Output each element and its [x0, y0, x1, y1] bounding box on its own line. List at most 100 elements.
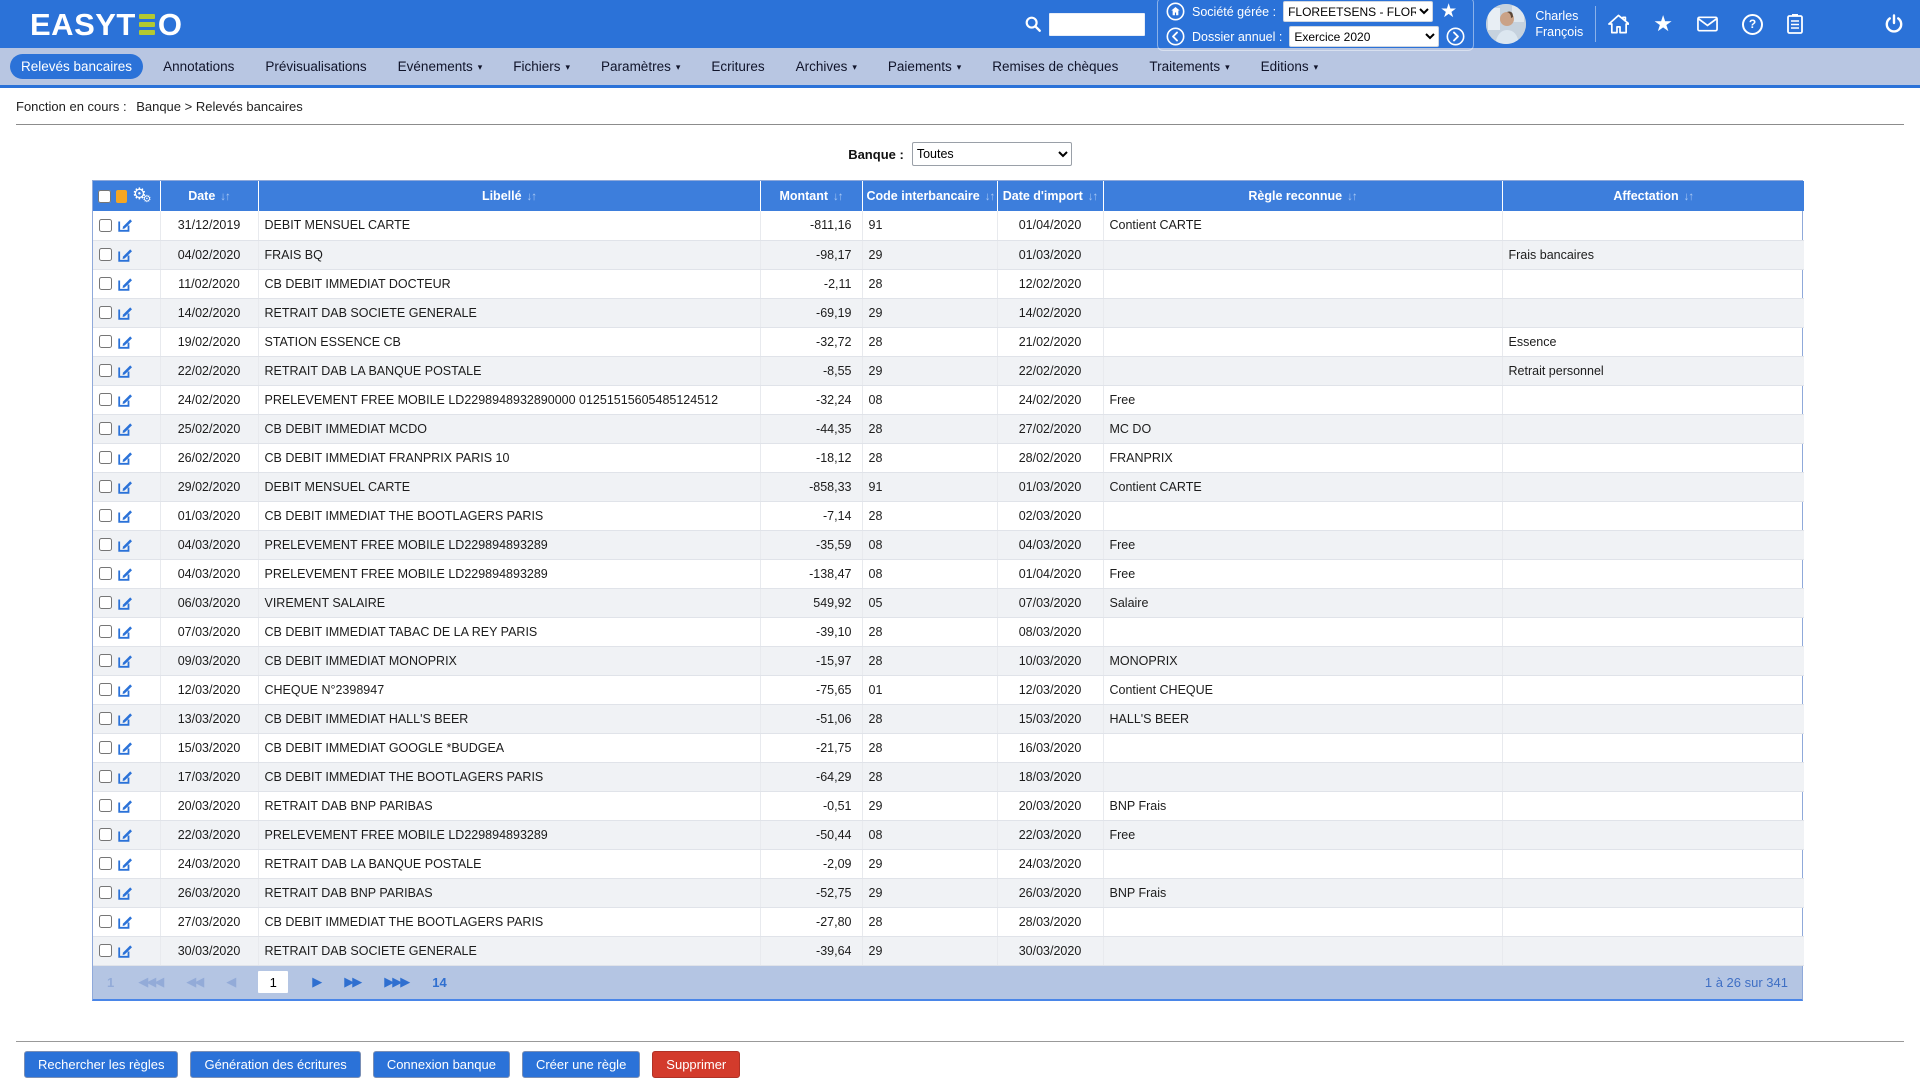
edit-icon[interactable]	[117, 363, 133, 379]
row-checkbox[interactable]	[99, 915, 112, 928]
select-all-checkbox[interactable]	[98, 190, 111, 203]
column-header-date-import[interactable]: Date d'import↓↑	[997, 181, 1103, 211]
societe-geree-select[interactable]: FLOREETSENS - FLOR	[1283, 1, 1433, 22]
row-checkbox[interactable]	[99, 306, 112, 319]
edit-icon[interactable]	[117, 769, 133, 785]
row-checkbox[interactable]	[99, 451, 112, 464]
row-checkbox[interactable]	[99, 480, 112, 493]
row-checkbox[interactable]	[99, 770, 112, 783]
nav-item-annotations[interactable]: Annotations	[152, 54, 245, 79]
row-checkbox[interactable]	[99, 248, 112, 261]
create-rule-button[interactable]: Créer une règle	[522, 1051, 640, 1078]
sort-icon[interactable]: ↓↑	[985, 191, 995, 203]
edit-icon[interactable]	[117, 392, 133, 408]
row-checkbox[interactable]	[99, 741, 112, 754]
search-icon[interactable]	[1024, 15, 1042, 33]
nav-item-archives[interactable]: Archives▾	[785, 54, 868, 79]
help-icon[interactable]: ?	[1742, 14, 1763, 35]
nav-item-remises-de-cheques[interactable]: Remises de chèques	[981, 54, 1129, 79]
row-checkbox[interactable]	[99, 683, 112, 696]
edit-icon[interactable]	[117, 247, 133, 263]
notes-icon[interactable]	[1787, 14, 1803, 34]
nav-item-ecritures[interactable]: Ecritures	[700, 54, 775, 79]
search-rules-button[interactable]: Rechercher les règles	[24, 1051, 178, 1078]
mail-icon[interactable]	[1697, 16, 1718, 32]
bank-filter-select[interactable]: Toutes	[912, 142, 1072, 166]
dossier-prev-icon[interactable]	[1166, 27, 1185, 46]
edit-icon[interactable]	[117, 217, 133, 233]
sort-icon[interactable]: ↓↑	[527, 191, 537, 203]
favorite-star-icon[interactable]: ★	[1440, 2, 1457, 21]
row-checkbox[interactable]	[99, 538, 112, 551]
edit-icon[interactable]	[117, 740, 133, 756]
pagination-last-page-number[interactable]: 14	[432, 975, 446, 990]
nav-item-fichiers[interactable]: Fichiers▾	[502, 54, 581, 79]
edit-icon[interactable]	[117, 305, 133, 321]
row-checkbox[interactable]	[99, 828, 112, 841]
column-header-montant[interactable]: Montant↓↑	[760, 181, 862, 211]
column-header-date[interactable]: Date↓↑	[160, 181, 258, 211]
row-checkbox[interactable]	[99, 625, 112, 638]
row-checkbox[interactable]	[99, 335, 112, 348]
nav-item-releves-bancaires[interactable]: Relevés bancaires	[10, 54, 143, 79]
column-header-code[interactable]: Code interbancaire↓↑	[862, 181, 997, 211]
nav-item-parametres[interactable]: Paramètres▾	[590, 54, 691, 79]
apps-grid-icon[interactable]	[1827, 15, 1846, 34]
pagination-prev-icon[interactable]: ◀	[226, 974, 234, 990]
row-checkbox[interactable]	[99, 393, 112, 406]
edit-icon[interactable]	[117, 682, 133, 698]
home-icon[interactable]	[1608, 14, 1629, 34]
column-header-affectation[interactable]: Affectation↓↑	[1502, 181, 1804, 211]
row-checkbox[interactable]	[99, 799, 112, 812]
row-checkbox[interactable]	[99, 712, 112, 725]
generate-entries-button[interactable]: Génération des écritures	[190, 1051, 360, 1078]
edit-icon[interactable]	[117, 479, 133, 495]
edit-icon[interactable]	[117, 595, 133, 611]
edit-icon[interactable]	[117, 276, 133, 292]
pagination-next-icon[interactable]: ▶	[312, 974, 320, 990]
nav-item-editions[interactable]: Editions▾	[1250, 54, 1330, 79]
edit-icon[interactable]	[117, 624, 133, 640]
edit-icon[interactable]	[117, 856, 133, 872]
pagination-fast-prev-icon[interactable]: ◀◀	[186, 974, 202, 990]
row-checkbox[interactable]	[99, 654, 112, 667]
pagination-current-page[interactable]: 1	[258, 971, 288, 993]
edit-icon[interactable]	[117, 653, 133, 669]
row-checkbox[interactable]	[99, 944, 112, 957]
row-checkbox[interactable]	[99, 509, 112, 522]
edit-icon[interactable]	[117, 798, 133, 814]
favorites-icon[interactable]: ★	[1653, 13, 1673, 35]
row-checkbox[interactable]	[99, 219, 112, 232]
row-checkbox[interactable]	[99, 886, 112, 899]
bank-connection-button[interactable]: Connexion banque	[373, 1051, 510, 1078]
pagination-fast-next-icon[interactable]: ▶▶	[344, 974, 360, 990]
pagination-last-icon[interactable]: ▶▶▶	[384, 974, 408, 990]
avatar[interactable]	[1486, 4, 1526, 44]
search-input[interactable]	[1049, 13, 1145, 36]
sort-icon[interactable]: ↓↑	[1347, 191, 1357, 203]
sort-icon[interactable]: ↓↑	[1088, 191, 1098, 203]
sort-icon[interactable]: ↓↑	[220, 191, 230, 203]
edit-icon[interactable]	[117, 450, 133, 466]
delete-button[interactable]: Supprimer	[652, 1051, 740, 1078]
nav-item-traitements[interactable]: Traitements▾	[1138, 54, 1240, 79]
dossier-next-icon[interactable]	[1446, 27, 1465, 46]
dossier-annuel-select[interactable]: Exercice 2020	[1289, 26, 1439, 47]
row-checkbox[interactable]	[99, 567, 112, 580]
edit-icon[interactable]	[117, 914, 133, 930]
app-logo[interactable]: EASYT O	[30, 9, 182, 40]
row-checkbox[interactable]	[99, 596, 112, 609]
nav-item-paiements[interactable]: Paiements▾	[877, 54, 972, 79]
edit-icon[interactable]	[117, 508, 133, 524]
edit-icon[interactable]	[117, 566, 133, 582]
column-header-libelle[interactable]: Libellé↓↑	[258, 181, 760, 211]
power-icon[interactable]	[1884, 14, 1904, 34]
edit-icon[interactable]	[117, 827, 133, 843]
row-checkbox[interactable]	[99, 422, 112, 435]
edit-icon[interactable]	[117, 334, 133, 350]
row-checkbox[interactable]	[99, 857, 112, 870]
column-header-regle[interactable]: Règle reconnue↓↑	[1103, 181, 1502, 211]
company-home-icon[interactable]	[1166, 2, 1185, 21]
nav-item-evenements[interactable]: Evénements▾	[387, 54, 494, 79]
pagination-first-icon[interactable]: ◀◀◀	[138, 974, 162, 990]
